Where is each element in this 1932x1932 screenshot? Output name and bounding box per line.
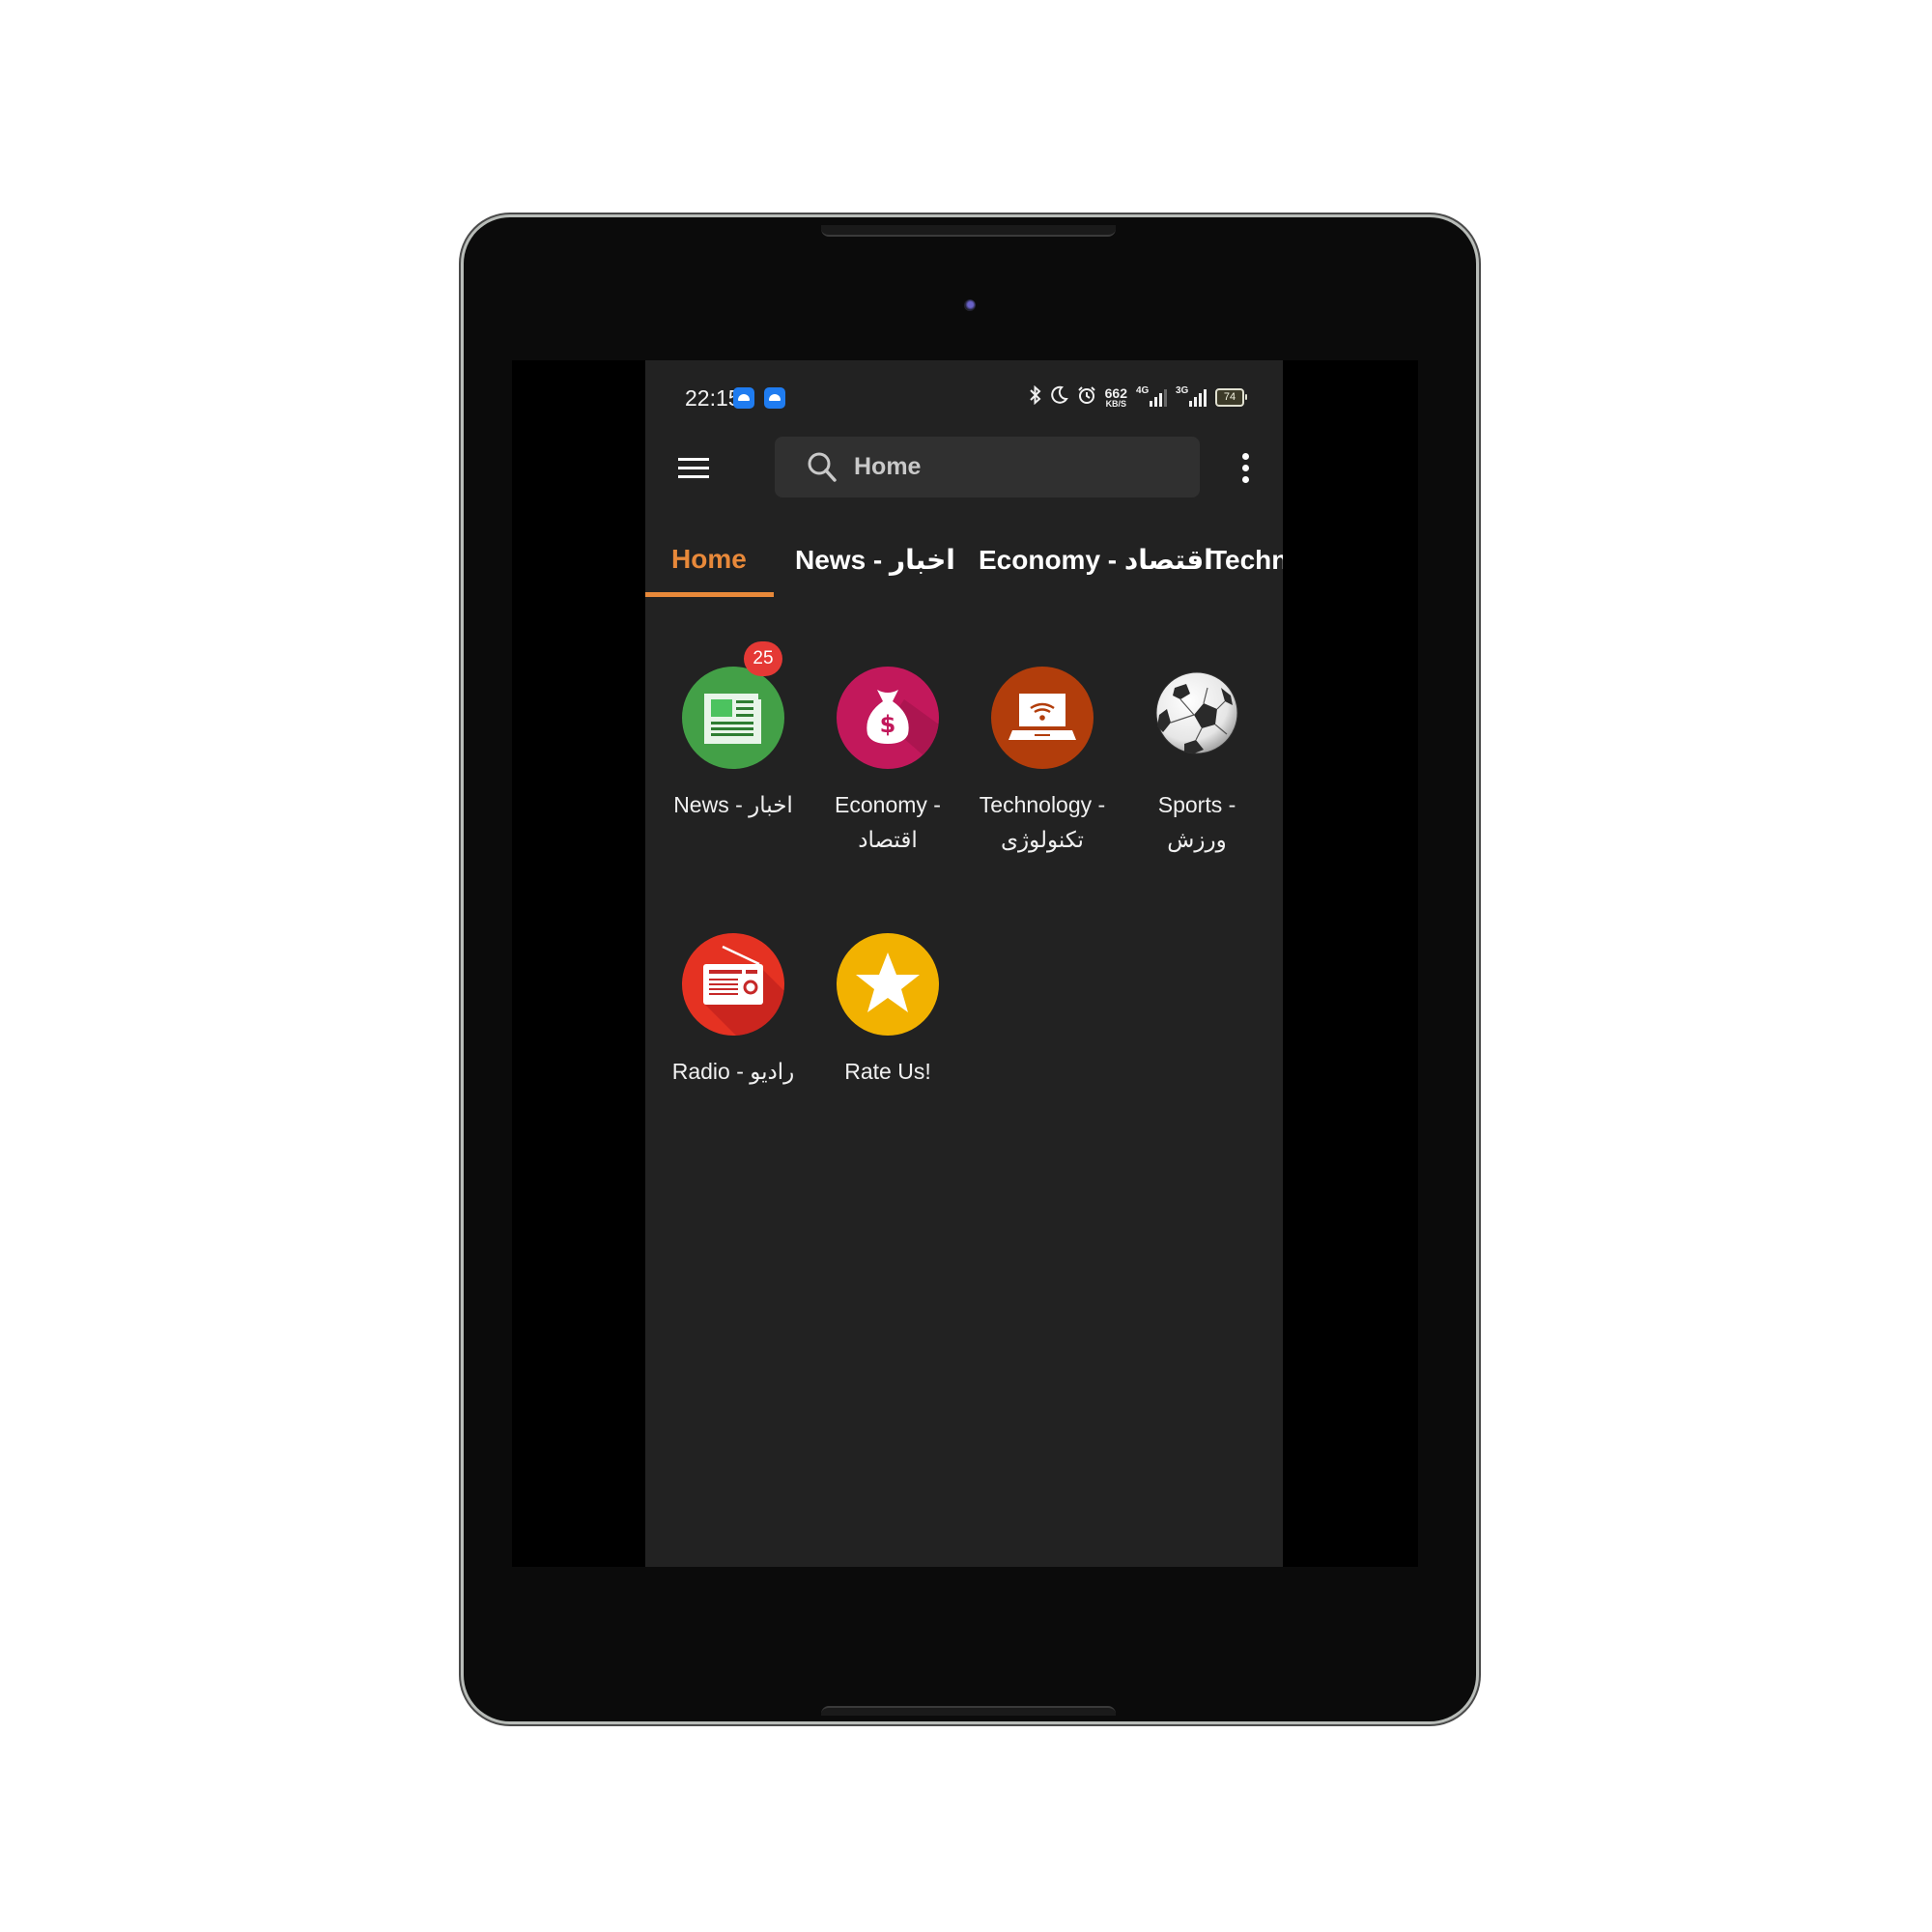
laptop-wifi-icon — [991, 667, 1094, 769]
app-screen: 22:15 662 KB/S 4G 3G 74 Home Home News -… — [645, 360, 1283, 1567]
do-not-disturb-moon-icon — [1050, 385, 1068, 409]
sim1-signal-icon: 4G — [1136, 385, 1167, 407]
status-bar: 22:15 662 KB/S 4G 3G 74 — [645, 360, 1283, 428]
front-camera — [964, 299, 976, 311]
grid-label: Sports - ورزش — [1157, 792, 1236, 852]
tab-home[interactable]: Home — [645, 534, 774, 596]
tablet-top-edge — [821, 225, 1116, 237]
network-speed: 662 KB/S — [1104, 384, 1127, 409]
soccer-ball-icon — [1146, 667, 1248, 769]
notification-badge: 25 — [744, 641, 782, 676]
tab-technology[interactable]: Technology - تکنولوژی — [1189, 534, 1283, 596]
tab-news[interactable]: News - اخبار — [774, 534, 957, 596]
more-vert-icon[interactable] — [1236, 449, 1256, 488]
tab-economy[interactable]: Economy - اقتصاد — [957, 534, 1213, 596]
radio-icon — [682, 933, 784, 1036]
star-icon — [837, 933, 939, 1036]
grid-label: Radio - رادیو — [671, 1059, 795, 1084]
android-app-icon — [764, 387, 785, 409]
alarm-icon — [1077, 385, 1096, 409]
grid-label: Technology - تکنولوژی — [979, 792, 1106, 852]
active-tab-indicator — [645, 592, 774, 597]
grid-label: Rate Us! — [844, 1059, 931, 1084]
grid-label: News - اخبار — [673, 792, 793, 817]
svg-text:$: $ — [880, 711, 896, 738]
hamburger-menu-icon[interactable] — [674, 453, 713, 484]
android-app-icon — [733, 387, 754, 409]
search-bar[interactable]: Home — [775, 437, 1200, 497]
search-icon — [802, 446, 844, 489]
search-text: Home — [854, 453, 922, 480]
status-time: 22:15 — [685, 385, 741, 411]
newspaper-icon — [682, 667, 784, 769]
status-icons: 662 KB/S 4G 3G 74 — [1029, 384, 1247, 410]
grid-label: Economy - اقتصاد — [835, 792, 941, 852]
battery-icon: 74 — [1215, 387, 1247, 407]
bluetooth-icon — [1029, 384, 1042, 409]
money-bag-icon: $ — [837, 667, 939, 769]
tablet-bottom-edge — [821, 1706, 1116, 1716]
sim2-signal-icon: 3G — [1176, 385, 1207, 407]
